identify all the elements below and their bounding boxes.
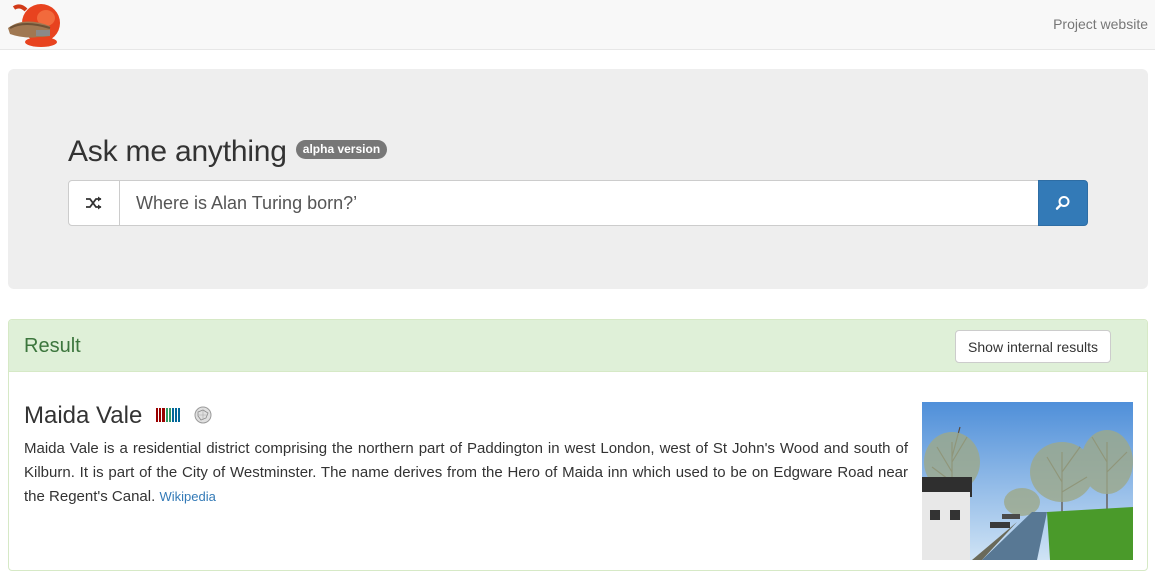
result-description: Maida Vale is a residential district com… xyxy=(24,437,908,509)
result-panel-heading: Result Show internal results xyxy=(9,320,1147,372)
result-title: Maida Vale xyxy=(24,402,143,429)
wikidata-icon[interactable] xyxy=(156,408,181,427)
wikipedia-source-link[interactable]: Wikipedia xyxy=(159,489,215,504)
canal-photo xyxy=(922,402,1133,560)
search-button[interactable] xyxy=(1038,180,1088,226)
lobster-logo-icon[interactable] xyxy=(6,2,62,48)
random-question-button[interactable] xyxy=(68,180,120,226)
page-title-row: Ask me anything alpha version xyxy=(68,135,388,169)
search-group xyxy=(68,180,1088,226)
project-website-link[interactable]: Project website xyxy=(1053,16,1148,32)
version-badge: alpha version xyxy=(295,139,388,159)
result-panel: Result Show internal results Maida Vale xyxy=(8,319,1148,571)
page-title: Ask me anything xyxy=(68,135,287,168)
show-internal-results-button[interactable]: Show internal results xyxy=(955,330,1111,363)
navbar: Project website xyxy=(0,0,1155,50)
result-title-row: Maida Vale xyxy=(24,402,212,430)
search-icon xyxy=(1055,196,1070,210)
result-description-text: Maida Vale is a residential district com… xyxy=(24,440,908,505)
wikipedia-icon[interactable] xyxy=(194,406,212,429)
shuffle-icon xyxy=(86,196,102,210)
question-input[interactable] xyxy=(120,180,1038,226)
result-heading: Result xyxy=(24,335,81,357)
question-jumbotron: Ask me anything alpha version xyxy=(8,69,1148,289)
